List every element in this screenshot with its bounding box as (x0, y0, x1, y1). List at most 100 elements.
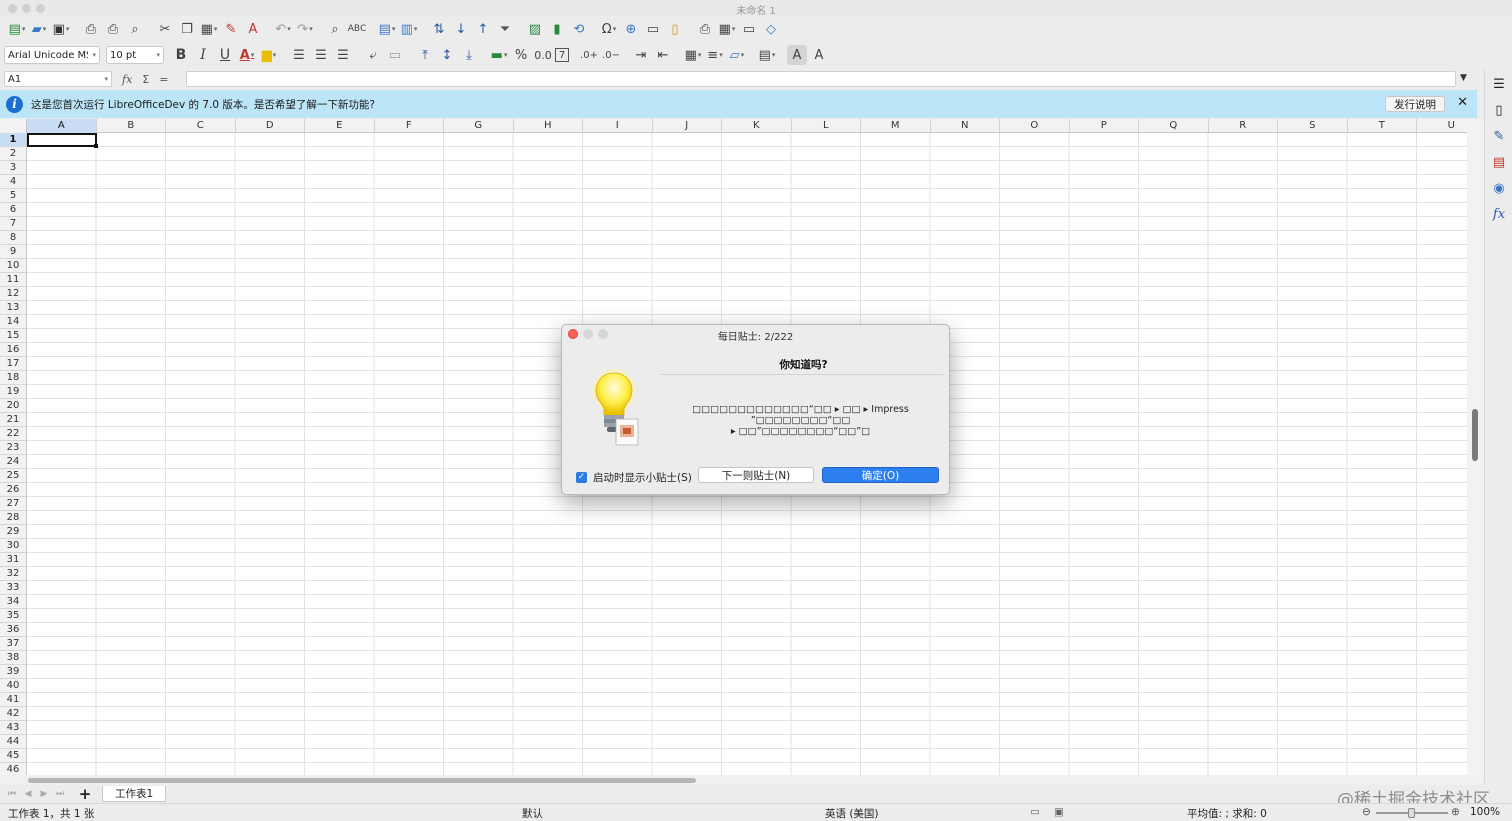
properties-icon[interactable]: ▯ (1489, 100, 1509, 120)
add-decimal-icon[interactable]: .0+ (579, 45, 599, 65)
row-header[interactable]: 23 (0, 441, 26, 455)
print-icon[interactable]: ⎙ (103, 19, 123, 39)
row-header[interactable]: 24 (0, 455, 26, 469)
row-header[interactable]: 42 (0, 707, 26, 721)
pivot-table-icon[interactable]: ⟲ (569, 19, 589, 39)
italic-button[interactable]: I (193, 45, 213, 65)
align-bottom-icon[interactable]: ⤓ (459, 45, 479, 65)
row-header[interactable]: 43 (0, 721, 26, 735)
cut-icon[interactable]: ✂ (155, 19, 175, 39)
text-direction-ttb-icon[interactable]: A (809, 45, 829, 65)
row-header[interactable]: 9 (0, 245, 26, 259)
selection-mode-icon[interactable]: ▭ (1030, 806, 1040, 818)
gallery-icon[interactable]: ▤ (1489, 152, 1509, 172)
vertical-scrollbar[interactable] (1467, 119, 1484, 775)
row-header[interactable]: 10 (0, 259, 26, 273)
print-preview-icon[interactable]: ⌕ (125, 19, 145, 39)
column-header[interactable]: S (1278, 119, 1348, 133)
freeze-icon[interactable]: ▦ (717, 19, 737, 39)
font-color-button[interactable]: A (237, 45, 257, 65)
row-header[interactable]: 7 (0, 217, 26, 231)
row-header[interactable]: 36 (0, 623, 26, 637)
row-header[interactable]: 40 (0, 679, 26, 693)
increase-indent-icon[interactable]: ⇥ (631, 45, 651, 65)
row-header[interactable]: 27 (0, 497, 26, 511)
column-header[interactable]: H (514, 119, 583, 133)
select-all-corner[interactable] (0, 119, 27, 133)
menu-icon[interactable]: ☰ (1489, 74, 1509, 94)
center-vertically-icon[interactable]: ↕ (437, 45, 457, 65)
merge-cells-icon[interactable]: ▭ (385, 45, 405, 65)
styles-icon[interactable]: ✎ (1489, 126, 1509, 146)
date-format-button[interactable]: 7 (555, 48, 569, 62)
vertical-scroll-thumb[interactable] (1472, 409, 1478, 461)
special-character-icon[interactable]: Ω (599, 19, 619, 39)
copy-icon[interactable]: ❐ (177, 19, 197, 39)
undo-icon[interactable]: ↶ (273, 19, 293, 39)
show-tips-on-startup-checkbox[interactable]: ✓ 启动时显示小贴士(S) (576, 470, 692, 485)
save-icon[interactable]: ▣ (51, 19, 71, 39)
row-header[interactable]: 37 (0, 637, 26, 651)
column-header[interactable]: K (722, 119, 792, 133)
autofilter-icon[interactable]: ⏷ (495, 19, 515, 39)
borders-icon[interactable]: ▦ (683, 45, 703, 65)
row-header[interactable]: 4 (0, 175, 26, 189)
row-header[interactable]: 38 (0, 651, 26, 665)
column-header[interactable]: J (653, 119, 722, 133)
conditional-format-icon[interactable]: ▤ (757, 45, 777, 65)
page-style[interactable]: 默认 (522, 806, 543, 821)
column-icon[interactable]: ▥ (399, 19, 419, 39)
new-document-icon[interactable]: ▤ (7, 19, 27, 39)
row-header[interactable]: 30 (0, 539, 26, 553)
column-header[interactable]: N (931, 119, 1000, 133)
row-header[interactable]: 29 (0, 525, 26, 539)
percent-format-button[interactable]: % (511, 45, 531, 65)
column-header[interactable]: O (1000, 119, 1070, 133)
column-header[interactable]: L (792, 119, 861, 133)
split-window-icon[interactable]: ▭ (739, 19, 759, 39)
release-notes-button[interactable]: 发行说明 (1385, 96, 1445, 112)
formula-button[interactable]: = (159, 73, 168, 86)
row-header[interactable]: 18 (0, 371, 26, 385)
row-header[interactable]: 11 (0, 273, 26, 287)
sheet-tab[interactable]: 工作表1 (102, 786, 167, 802)
paste-icon[interactable]: ▦ (199, 19, 219, 39)
checkmark-icon[interactable]: ✓ (576, 472, 587, 483)
ok-button[interactable]: 确定(O) (822, 467, 939, 483)
close-icon[interactable]: ✕ (1457, 95, 1468, 110)
find-replace-icon[interactable]: ⌕ (325, 19, 345, 39)
row-header[interactable]: 39 (0, 665, 26, 679)
selection-summary[interactable]: 平均值: ; 求和: 0 (1187, 806, 1267, 821)
row-header[interactable]: 22 (0, 427, 26, 441)
row-header[interactable]: 12 (0, 287, 26, 301)
column-header[interactable]: M (861, 119, 931, 133)
column-header[interactable]: A (27, 119, 97, 133)
align-left-icon[interactable]: ☰ (289, 45, 309, 65)
row-header[interactable]: 34 (0, 595, 26, 609)
number-format-button[interactable]: 0.0 (533, 45, 553, 65)
name-box[interactable]: A1 ▾ (4, 71, 112, 87)
previous-sheet-icon[interactable]: ◀ (20, 789, 36, 799)
zoom-out-icon[interactable]: ⊖ (1362, 806, 1371, 818)
font-size-box[interactable]: 10 pt ▾ (106, 46, 164, 64)
first-sheet-icon[interactable]: ⏮ (4, 789, 20, 799)
underline-button[interactable]: U (215, 45, 235, 65)
row-header[interactable]: 28 (0, 511, 26, 525)
row-header[interactable]: 46 (0, 763, 26, 775)
add-sheet-button[interactable]: + (76, 785, 94, 803)
align-center-icon[interactable]: ☰ (311, 45, 331, 65)
row-header[interactable]: 8 (0, 231, 26, 245)
column-header[interactable]: U (1417, 119, 1467, 133)
row-header[interactable]: 5 (0, 189, 26, 203)
redo-icon[interactable]: ↷ (295, 19, 315, 39)
next-tip-button[interactable]: 下一则贴士(N) (698, 467, 814, 483)
row-header[interactable]: 31 (0, 553, 26, 567)
export-pdf-icon[interactable]: ⎙ (81, 19, 101, 39)
horizontal-scroll-thumb[interactable] (28, 778, 696, 783)
row-header[interactable]: 19 (0, 385, 26, 399)
spelling-icon[interactable]: ABC (347, 19, 367, 39)
row-header[interactable]: 33 (0, 581, 26, 595)
insert-chart-icon[interactable]: ▮ (547, 19, 567, 39)
column-header[interactable]: G (444, 119, 514, 133)
align-right-icon[interactable]: ☰ (333, 45, 353, 65)
